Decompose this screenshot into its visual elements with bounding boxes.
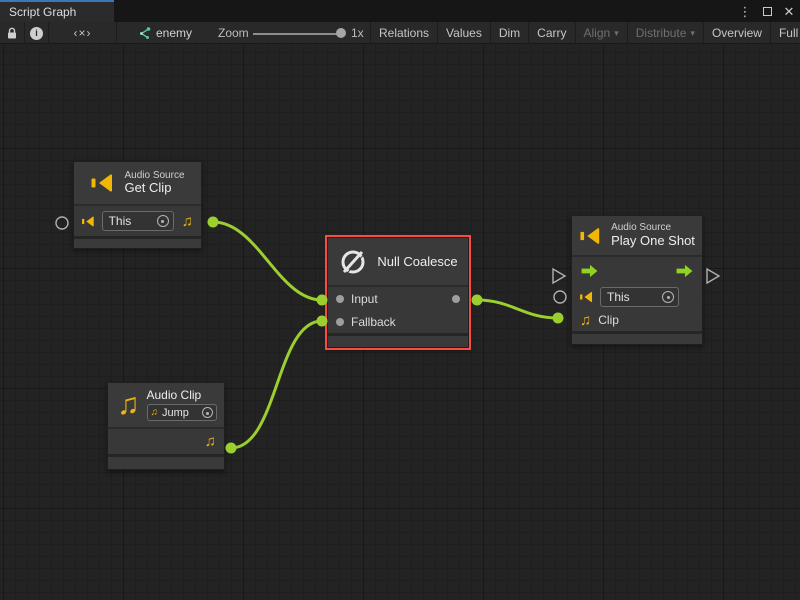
node-title: Play One Shot [611,234,695,249]
port-row-fallback: Fallback [328,310,468,333]
audio-source-icon [579,225,602,247]
clip-port-label: Clip [598,313,619,327]
code-view-button[interactable]: ‹×› [49,22,117,44]
tab-script-graph[interactable]: Script Graph [0,0,114,22]
audio-clip-field-value: Jump [162,407,198,420]
menu-icon[interactable]: ⋮ [738,5,752,18]
align-button[interactable]: Align ▾ [575,22,627,44]
toolbar: i ‹×› enemy Zoom 1x Relations Values Dim… [0,22,800,44]
flow-row [572,257,702,285]
node-footer [74,239,201,248]
info-icon: i [30,27,43,40]
node-null-coalesce[interactable]: Null Coalesce Input Fallback [327,237,469,348]
audio-clip-icon: ♫ [117,390,140,420]
relations-button[interactable]: Relations [370,22,437,44]
node-header: Audio Source Get Clip [74,162,201,206]
dim-button[interactable]: Dim [490,22,528,44]
node-title: Get Clip [124,181,184,196]
node-get-clip[interactable]: Audio Source Get Clip This ♫ [73,161,202,249]
this-field-value: This [109,214,153,228]
audio-source-icon [90,171,115,195]
fallback-port-label: Fallback [351,315,396,329]
node-title: Null Coalesce [377,254,457,269]
flow-out-arrow-icon[interactable] [675,264,694,278]
graph-name: enemy [156,26,192,40]
node-header: Null Coalesce [328,238,468,287]
input-port[interactable] [336,295,344,303]
port-row-input: Input [328,287,468,310]
node-footer [108,457,224,469]
close-icon[interactable]: ✕ [782,5,796,18]
null-coalesce-icon [338,247,368,277]
zoom-slider[interactable] [253,33,343,35]
zoom-slider-knob[interactable] [336,28,346,38]
graph-icon [138,27,151,40]
result-port[interactable] [452,295,460,303]
tab-label: Script Graph [9,5,76,19]
chevron-down-icon: ▾ [690,28,695,39]
music-note-icon: ♫ [151,408,159,418]
port-row-this: This ♫ [74,206,201,236]
music-note-icon: ♫ [580,313,591,328]
lock-button[interactable] [0,22,25,44]
values-button[interactable]: Values [437,22,490,44]
input-port-label: Input [351,292,378,306]
full-screen-button[interactable]: Full Screen [770,22,800,44]
audio-clip-output-icon: ♫ [182,214,193,229]
toolbar-buttons: Relations Values Dim Carry Align ▾ Distr… [370,22,800,44]
node-footer [328,336,468,347]
object-picker-icon[interactable] [202,407,213,418]
audio-source-icon [82,214,95,229]
window-controls: ⋮ ✕ [738,0,796,22]
this-field-value: This [607,290,658,304]
audio-source-icon [580,290,593,304]
node-title: Audio Clip [147,389,217,403]
port-row-this: This [572,285,702,309]
flow-in-arrow-icon[interactable] [580,264,599,278]
zoom-value: 1x [351,22,364,44]
maximize-icon[interactable] [760,5,774,18]
object-picker-icon[interactable] [157,215,169,227]
node-audio-clip[interactable]: ♫ Audio Clip ♫ Jump ♫ [107,382,225,470]
node-header: Audio Source Play One Shot [572,216,702,257]
inspect-button[interactable]: i [25,22,49,44]
port-row-clip: ♫ Clip [572,309,702,331]
chevron-down-icon: ▾ [614,28,619,39]
graph-breadcrumb[interactable]: enemy [138,22,192,44]
audio-clip-field[interactable]: ♫ Jump [147,404,217,421]
this-field[interactable]: This [102,211,174,231]
port-row-output: ♫ [108,429,224,454]
node-header: ♫ Audio Clip ♫ Jump [108,383,224,429]
carry-button[interactable]: Carry [528,22,574,44]
object-picker-icon[interactable] [662,291,674,303]
lock-icon [6,27,18,40]
node-footer [572,334,702,344]
distribute-button[interactable]: Distribute ▾ [627,22,703,44]
this-field[interactable]: This [600,287,679,307]
overview-button[interactable]: Overview [703,22,770,44]
audio-clip-output-icon: ♫ [205,434,216,449]
titlebar: Script Graph ⋮ ✕ [0,0,800,22]
fallback-port[interactable] [336,318,344,326]
zoom-label: Zoom [218,22,249,44]
node-play-one-shot[interactable]: Audio Source Play One Shot This ♫ Clip [571,215,703,345]
code-icon: ‹×› [74,26,92,40]
